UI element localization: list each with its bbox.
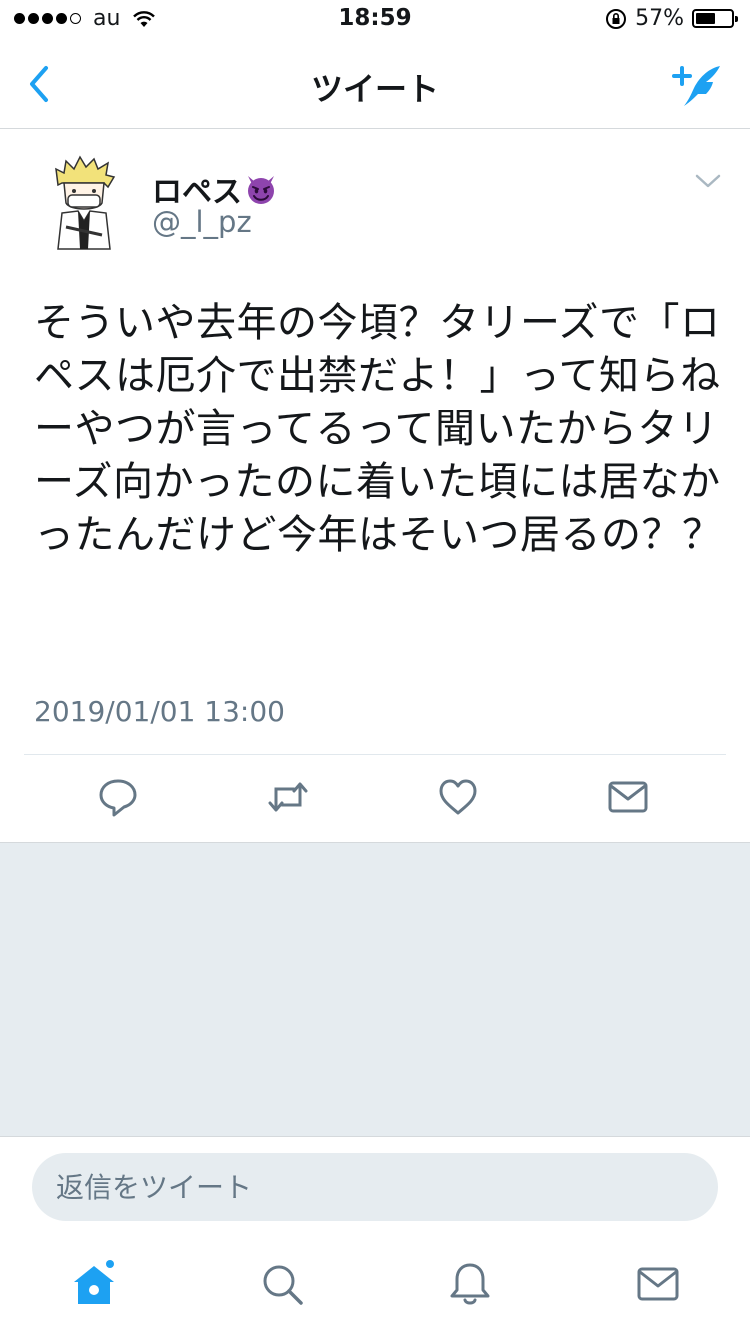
chevron-down-icon[interactable] (694, 171, 722, 191)
status-bar: au 18:59 57% (0, 0, 750, 40)
tweet-detail: ロペス @_l_pz そういや去年の今頃？タリーズで「ロペスは厄介で出禁だよ！」… (0, 129, 750, 841)
smiling-imp-emoji (248, 176, 274, 204)
page-title: ツイート (310, 70, 439, 108)
author-handle[interactable]: @_l_pz (152, 205, 252, 239)
retweet-icon[interactable] (266, 775, 310, 819)
messages-icon[interactable] (634, 1260, 682, 1308)
like-icon[interactable] (436, 775, 480, 819)
compose-tweet-icon[interactable] (670, 60, 726, 110)
replies-area (0, 842, 750, 1137)
battery-icon (692, 9, 738, 28)
divider (24, 754, 726, 755)
battery-info: 57% (605, 6, 738, 31)
battery-percent: 57% (635, 6, 684, 31)
avatar[interactable] (48, 155, 120, 251)
home-icon[interactable] (70, 1260, 118, 1308)
search-icon[interactable] (258, 1260, 306, 1308)
navigation-bar: ツイート (0, 40, 750, 129)
reply-composer (0, 1136, 750, 1235)
reply-input[interactable] (32, 1153, 718, 1221)
reply-icon[interactable] (96, 775, 140, 819)
direct-message-icon[interactable] (606, 775, 650, 819)
notifications-icon[interactable] (446, 1260, 494, 1308)
tab-bar (0, 1234, 750, 1334)
orientation-lock-icon (606, 8, 627, 29)
tweet-timestamp: 2019/01/01 13:00 (34, 695, 285, 728)
tweet-text: そういや去年の今頃？タリーズで「ロペスは厄介で出禁だよ！」って知らねーやつが言っ… (34, 300, 723, 558)
tweet-actions (0, 769, 750, 827)
